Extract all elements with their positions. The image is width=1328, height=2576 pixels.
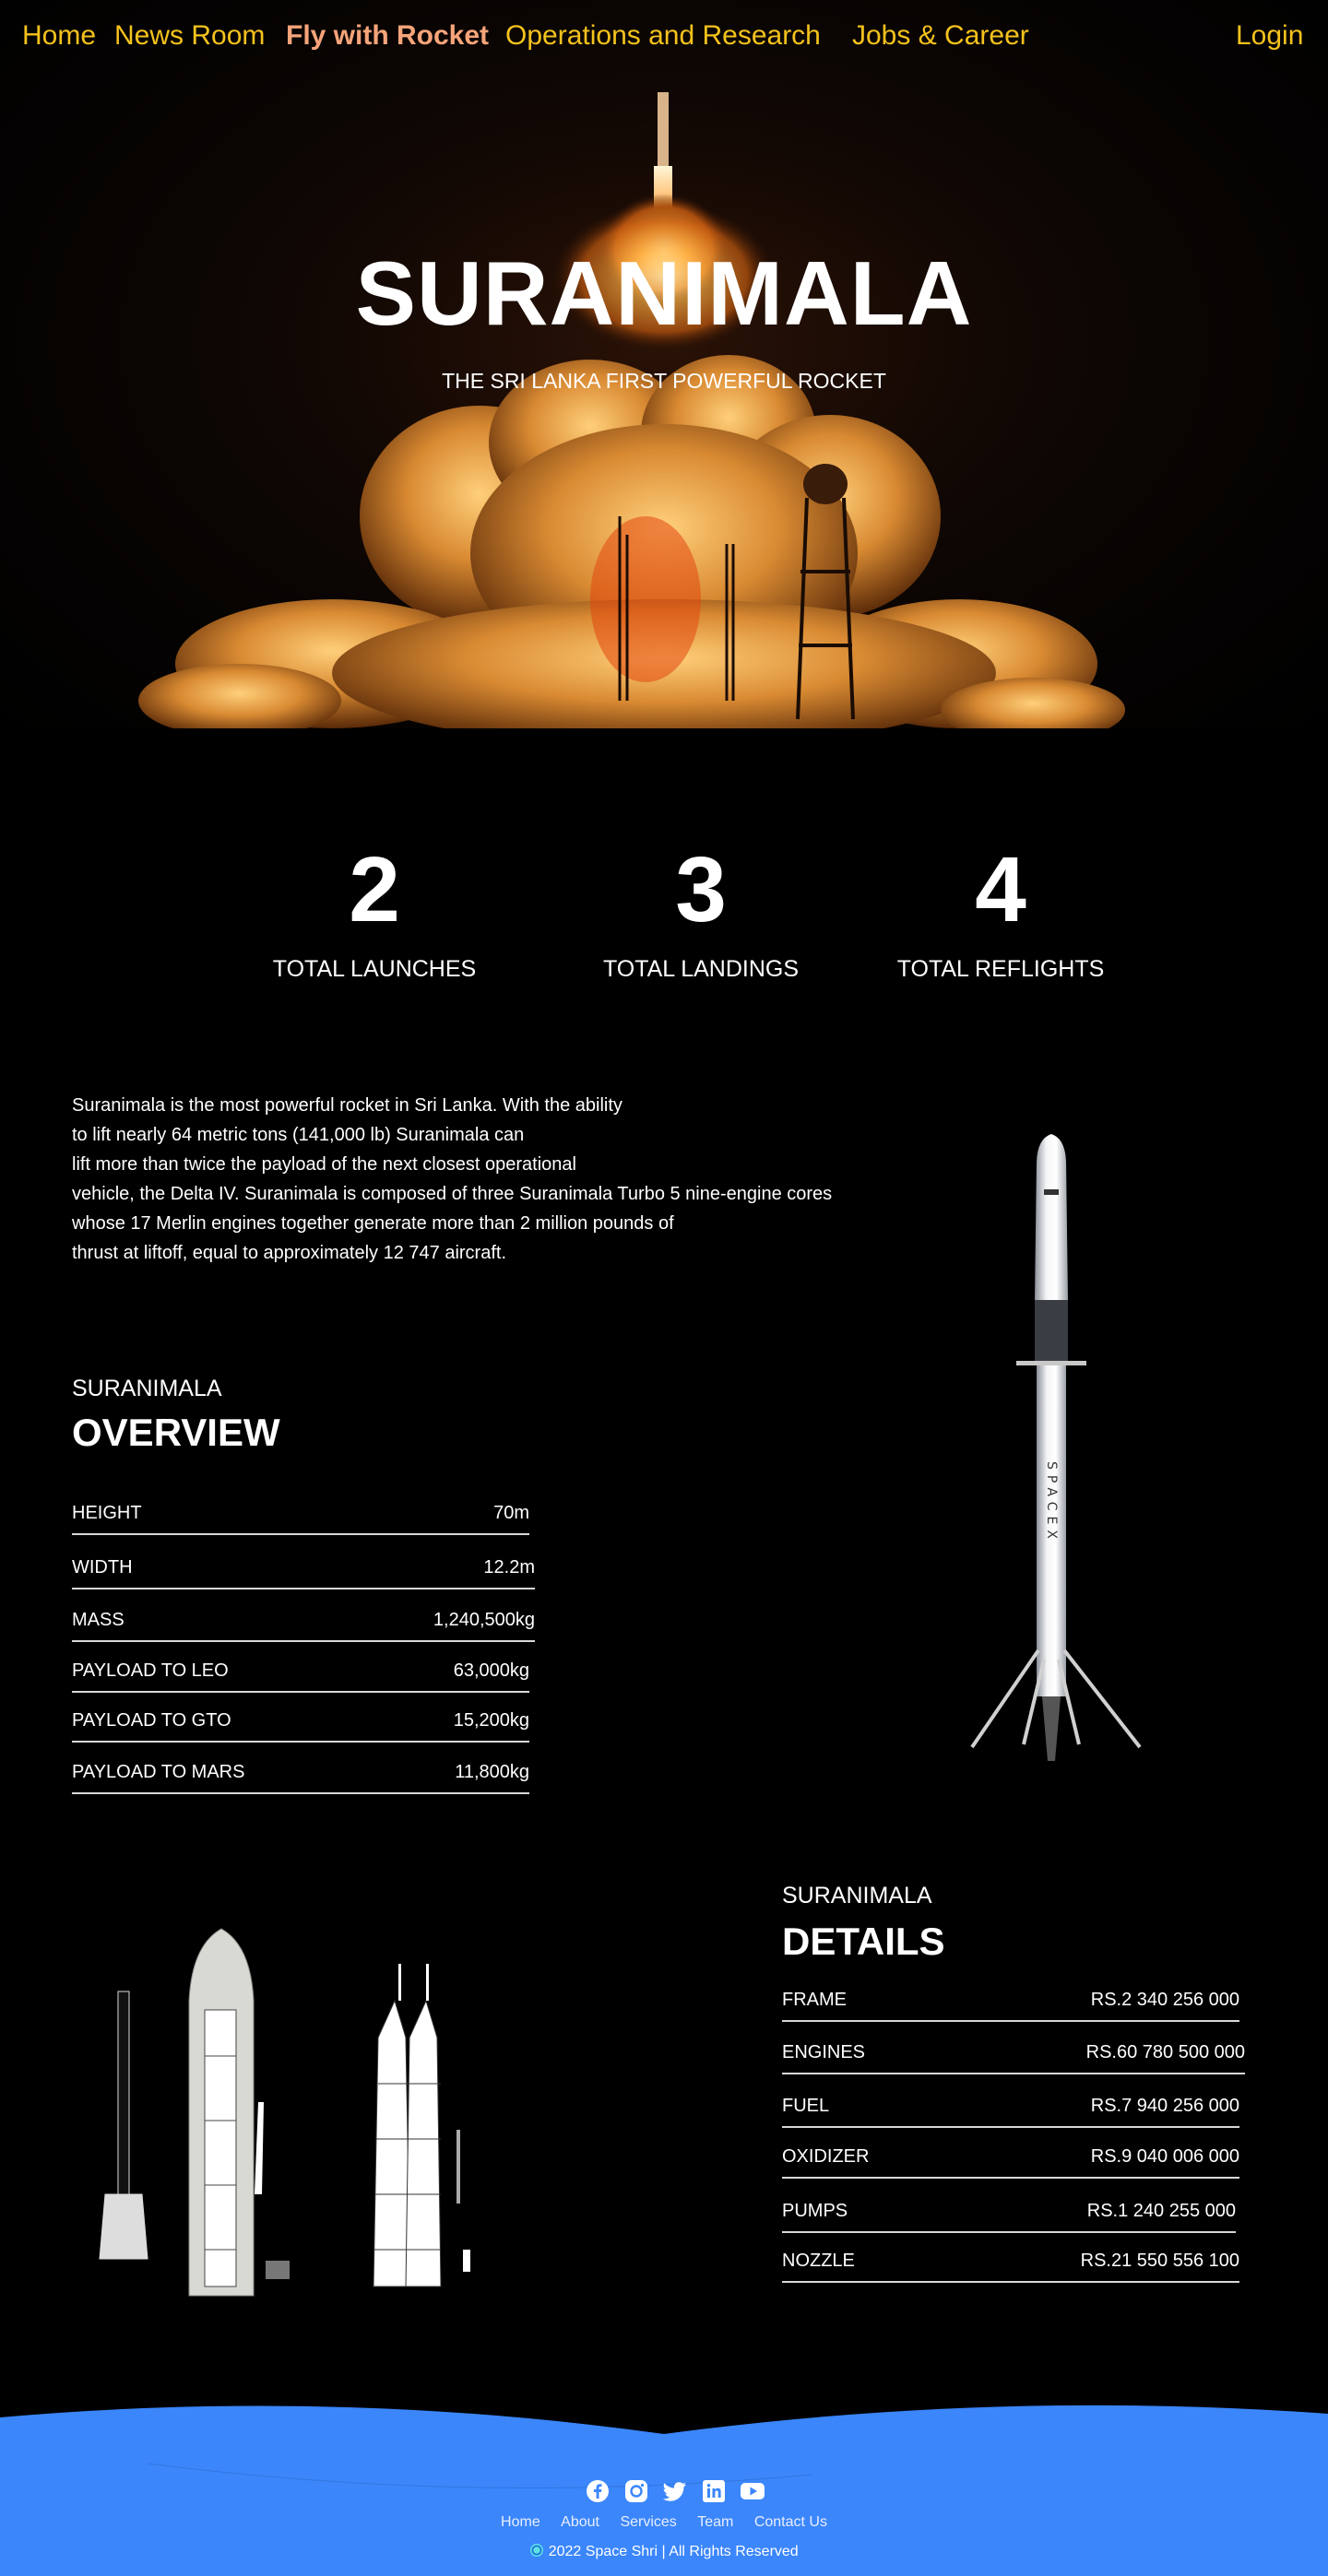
spec-label: HEIGHT bbox=[72, 1502, 142, 1523]
stat-label: TOTAL LANDINGS bbox=[602, 956, 800, 982]
login-link[interactable]: Login bbox=[1236, 20, 1303, 52]
stat-value: 4 bbox=[975, 838, 1026, 941]
spec-label: PAYLOAD TO GTO bbox=[72, 1709, 231, 1731]
spec-value: 63,000kg bbox=[453, 1660, 529, 1681]
overview-row-payload-gto: PAYLOAD TO GTO 15,200kg bbox=[72, 1706, 529, 1743]
twitter-icon[interactable] bbox=[662, 2478, 688, 2504]
social-links bbox=[585, 2478, 765, 2504]
details-row-nozzle: NOZZLE RS.21 550 556 100 bbox=[782, 2246, 1239, 2283]
spec-value: RS.21 550 556 100 bbox=[1080, 2250, 1239, 2271]
rocket-description: Suranimala is the most powerful rocket i… bbox=[72, 1091, 902, 1268]
overview-title: OVERVIEW bbox=[72, 1411, 280, 1454]
nav-news-room[interactable]: News Room bbox=[114, 20, 265, 52]
details-kicker: SURANIMALA bbox=[782, 1883, 932, 1908]
spec-value: RS.9 040 006 000 bbox=[1090, 2145, 1239, 2167]
copyright: 2022 Space Shri | All Rights Reserved bbox=[0, 2543, 1328, 2560]
linkedin-icon[interactable] bbox=[701, 2478, 727, 2504]
spec-label: PAYLOAD TO MARS bbox=[72, 1761, 245, 1782]
spec-value: RS.7 940 256 000 bbox=[1090, 2095, 1239, 2116]
spec-value: RS.2 340 256 000 bbox=[1090, 1989, 1239, 2010]
spec-label: PUMPS bbox=[782, 2200, 848, 2221]
footer-link-home[interactable]: Home bbox=[501, 2514, 540, 2530]
spec-label: MASS bbox=[72, 1609, 125, 1630]
footer-link-team[interactable]: Team bbox=[697, 2514, 733, 2530]
spec-label: FRAME bbox=[782, 1989, 847, 2010]
blueprint-image bbox=[99, 1928, 470, 2297]
spec-label: PAYLOAD TO LEO bbox=[72, 1660, 229, 1681]
spec-value: RS.1 240 255 000 bbox=[1086, 2200, 1236, 2221]
footer-link-contact[interactable]: Contact Us bbox=[754, 2514, 827, 2530]
rocket-image: SPACEX bbox=[970, 1134, 1142, 1761]
spec-label: FUEL bbox=[782, 2095, 830, 2116]
nav-home[interactable]: Home bbox=[22, 20, 96, 52]
details-row-engines: ENGINES RS.60 780 500 000 bbox=[782, 2038, 1245, 2074]
copyright-text: 2022 Space Shri | All Rights Reserved bbox=[548, 2544, 799, 2559]
footer-link-services[interactable]: Services bbox=[620, 2514, 676, 2530]
stat-value: 3 bbox=[675, 838, 727, 941]
footer-link-about[interactable]: About bbox=[561, 2514, 599, 2530]
details-row-frame: FRAME RS.2 340 256 000 bbox=[782, 1985, 1239, 2022]
overview-row-mass: MASS 1,240,500kg bbox=[72, 1605, 535, 1642]
nav-operations-research[interactable]: Operations and Research bbox=[505, 20, 821, 52]
hero-title: SURANIMALA bbox=[355, 242, 973, 344]
spec-label: NOZZLE bbox=[782, 2250, 855, 2271]
details-row-fuel: FUEL RS.7 940 256 000 bbox=[782, 2091, 1239, 2128]
description-line: vehicle, the Delta IV. Suranimala is com… bbox=[72, 1184, 833, 1204]
spec-value: 11,800kg bbox=[455, 1761, 529, 1782]
overview-row-width: WIDTH 12.2m bbox=[72, 1553, 535, 1589]
nav-jobs-career[interactable]: Jobs & Career bbox=[852, 20, 1029, 52]
spec-label: ENGINES bbox=[782, 2041, 866, 2062]
description-line: thrust at liftoff, equal to approximatel… bbox=[72, 1243, 506, 1263]
spec-value: RS.60 780 500 000 bbox=[1085, 2041, 1245, 2062]
stat-label: TOTAL LAUNCHES bbox=[272, 956, 477, 982]
spec-value: 1,240,500kg bbox=[433, 1609, 535, 1630]
details-row-pumps: PUMPS RS.1 240 255 000 bbox=[782, 2196, 1236, 2233]
hero-subtitle: THE SRI LANKA FIRST POWERFUL ROCKET bbox=[442, 369, 886, 393]
stat-reflights: 4 TOTAL REFLIGHTS bbox=[853, 844, 1148, 983]
spec-value: 70m bbox=[493, 1502, 529, 1523]
copyright-icon bbox=[530, 2544, 544, 2557]
description-line: whose 17 Merlin engines together generat… bbox=[72, 1213, 674, 1234]
stat-landings: 3 TOTAL LANDINGS bbox=[553, 844, 848, 983]
description-line: Suranimala is the most powerful rocket i… bbox=[72, 1095, 622, 1116]
top-nav: Home News Room Fly with Rocket Operation… bbox=[0, 0, 1328, 76]
footer-links: Home About Services Team Contact Us bbox=[0, 2514, 1328, 2531]
details-title: DETAILS bbox=[782, 1920, 945, 1963]
spec-label: OXIDIZER bbox=[782, 2145, 870, 2167]
stat-label: TOTAL REFLIGHTS bbox=[896, 956, 1105, 982]
spec-value: 15,200kg bbox=[453, 1709, 529, 1731]
rocket-label: SPACEX bbox=[1044, 1461, 1059, 1544]
overview-kicker: SURANIMALA bbox=[72, 1376, 222, 1401]
instagram-icon[interactable] bbox=[623, 2478, 649, 2504]
hero-section: SURANIMALA THE SRI LANKA FIRST POWERFUL … bbox=[0, 0, 1328, 756]
youtube-icon[interactable] bbox=[740, 2478, 765, 2504]
stat-value: 2 bbox=[349, 838, 400, 941]
spec-label: WIDTH bbox=[72, 1556, 133, 1578]
description-line: to lift nearly 64 metric tons (141,000 l… bbox=[72, 1125, 525, 1145]
nav-fly-with-rocket[interactable]: Fly with Rocket bbox=[286, 20, 489, 52]
facebook-icon[interactable] bbox=[585, 2478, 611, 2504]
description-line: lift more than twice the payload of the … bbox=[72, 1154, 576, 1175]
spec-value: 12.2m bbox=[483, 1556, 535, 1578]
overview-row-payload-leo: PAYLOAD TO LEO 63,000kg bbox=[72, 1656, 529, 1693]
overview-row-height: HEIGHT 70m bbox=[72, 1498, 529, 1535]
details-row-oxidizer: OXIDIZER RS.9 040 006 000 bbox=[782, 2142, 1239, 2179]
stat-launches: 2 TOTAL LAUNCHES bbox=[227, 844, 522, 983]
overview-row-payload-mars: PAYLOAD TO MARS 11,800kg bbox=[72, 1757, 529, 1794]
